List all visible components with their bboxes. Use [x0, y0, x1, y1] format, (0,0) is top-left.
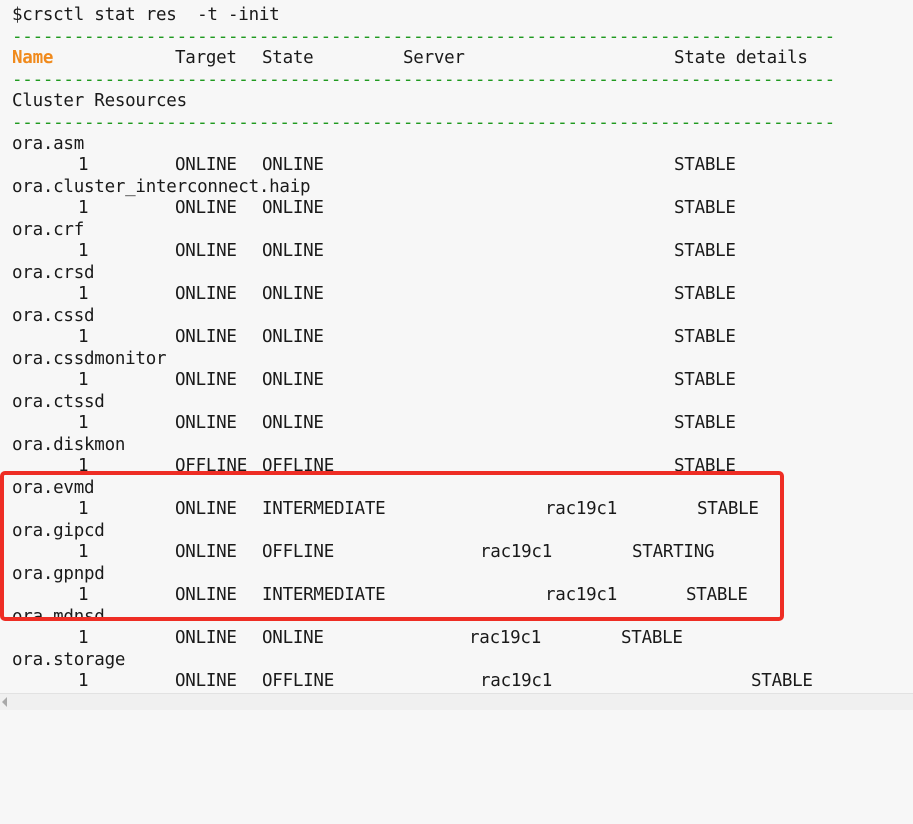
resource-row: 1 OFFLINE OFFLINE STABLE: [12, 455, 892, 471]
details-value: STARTING: [632, 542, 715, 562]
server-value: rac19c1: [469, 628, 542, 648]
server-value: rac19c1: [545, 585, 618, 605]
target-value: ONLINE: [175, 628, 237, 648]
instance-number: 1: [78, 456, 89, 471]
resource-name: ora.mdnsd: [12, 607, 105, 620]
table-header: Name Target State Server State details: [12, 47, 892, 69]
resource-name: ora.crsd: [12, 263, 95, 283]
resource-name: ora.evmd: [12, 478, 95, 498]
instance-number: 1: [78, 499, 89, 519]
code-block: $crsctl stat res -t -init --------------…: [0, 0, 913, 693]
header-state: State: [262, 48, 314, 68]
target-value: ONLINE: [175, 499, 237, 519]
details-value: STABLE: [674, 155, 736, 175]
target-value: ONLINE: [175, 155, 237, 175]
state-value: OFFLINE: [262, 456, 335, 471]
target-value: ONLINE: [175, 585, 237, 605]
separator-line: ----------------------------------------…: [12, 113, 835, 133]
instance-number: 1: [78, 198, 89, 218]
details-value: STABLE: [674, 327, 736, 347]
server-value: rac19c1: [545, 499, 618, 519]
resource-row: 1 ONLINE ONLINE STABLE: [12, 369, 892, 391]
target-value: ONLINE: [175, 241, 237, 261]
state-value: ONLINE: [262, 370, 324, 390]
details-value: STABLE: [621, 628, 683, 648]
resource-name: ora.storage: [12, 650, 126, 670]
resource-row: 1 ONLINE OFFLINE rac19c1 STARTING: [12, 541, 892, 563]
target-value: OFFLINE: [175, 456, 248, 471]
resource-name: ora.cluster_interconnect.haip: [12, 177, 311, 197]
details-value: STABLE: [674, 198, 736, 218]
state-value: ONLINE: [262, 284, 324, 304]
resource-row: 1 ONLINE ONLINE STABLE: [12, 283, 892, 305]
instance-number: 1: [78, 585, 89, 605]
instance-number: 1: [78, 241, 89, 261]
target-value: ONLINE: [175, 671, 237, 691]
resource-row: 1 ONLINE ONLINE STABLE: [12, 240, 892, 262]
server-value: rac19c1: [480, 542, 553, 562]
state-value: OFFLINE: [262, 542, 335, 562]
target-value: ONLINE: [175, 327, 237, 347]
instance-number: 1: [78, 284, 89, 304]
target-value: ONLINE: [175, 542, 237, 562]
details-value: STABLE: [674, 370, 736, 390]
target-value: ONLINE: [175, 284, 237, 304]
resource-row: 1 ONLINE ONLINE STABLE: [12, 326, 892, 348]
details-value: STABLE: [674, 413, 736, 433]
state-value: INTERMEDIATE: [262, 499, 386, 519]
command-line: $crsctl stat res -t -init: [12, 5, 280, 25]
details-value: STABLE: [751, 671, 813, 691]
details-value: STABLE: [674, 456, 736, 471]
header-state-details: State details: [674, 48, 808, 68]
instance-number: 1: [78, 327, 89, 347]
instance-number: 1: [78, 542, 89, 562]
state-value: OFFLINE: [262, 671, 335, 691]
resource-name: ora.ctssd: [12, 392, 105, 412]
resource-name: ora.gpnpd: [12, 564, 105, 584]
details-value: STABLE: [686, 585, 748, 605]
state-value: ONLINE: [262, 327, 324, 347]
resource-row: 1 ONLINE ONLINE rac19c1 STABLE: [12, 627, 892, 649]
state-value: ONLINE: [262, 628, 324, 648]
target-value: ONLINE: [175, 370, 237, 390]
instance-number: 1: [78, 671, 89, 691]
details-value: STABLE: [674, 241, 736, 261]
resource-row: 1 ONLINE ONLINE STABLE: [12, 154, 892, 176]
instance-number: 1: [78, 413, 89, 433]
instance-number: 1: [78, 155, 89, 175]
details-value: STABLE: [697, 499, 759, 519]
resource-name: ora.diskmon: [12, 435, 126, 455]
header-target: Target: [175, 48, 237, 68]
resource-name: ora.crf: [12, 220, 85, 240]
header-server: Server: [403, 48, 465, 68]
header-name: Name: [12, 48, 54, 68]
state-value: ONLINE: [262, 413, 324, 433]
server-value: rac19c1: [480, 671, 553, 691]
state-value: INTERMEDIATE: [262, 585, 386, 605]
instance-number: 1: [78, 628, 89, 648]
resource-row: 1 ONLINE OFFLINE rac19c1 STABLE: [12, 670, 892, 692]
horizontal-scrollbar[interactable]: [0, 693, 913, 710]
separator-line: ----------------------------------------…: [12, 70, 835, 90]
resource-name: ora.cssd: [12, 306, 95, 326]
state-value: ONLINE: [262, 241, 324, 261]
separator-line: ----------------------------------------…: [12, 27, 835, 47]
resource-name: ora.asm: [12, 134, 85, 154]
resource-name: ora.gipcd: [12, 521, 105, 541]
state-value: ONLINE: [262, 155, 324, 175]
state-value: ONLINE: [262, 198, 324, 218]
resource-row: 1 ONLINE INTERMEDIATE rac19c1 STABLE: [12, 498, 892, 520]
section-title: Cluster Resources: [12, 91, 187, 111]
instance-number: 1: [78, 370, 89, 390]
details-value: STABLE: [674, 284, 736, 304]
target-value: ONLINE: [175, 413, 237, 433]
resource-row: 1 ONLINE INTERMEDIATE rac19c1 STABLE: [12, 584, 892, 606]
resource-name: ora.cssdmonitor: [12, 349, 167, 369]
target-value: ONLINE: [175, 198, 237, 218]
resource-row: 1 ONLINE ONLINE STABLE: [12, 197, 892, 219]
resource-row: 1 ONLINE ONLINE STABLE: [12, 412, 892, 434]
scroll-left-arrow-icon[interactable]: [2, 697, 7, 707]
